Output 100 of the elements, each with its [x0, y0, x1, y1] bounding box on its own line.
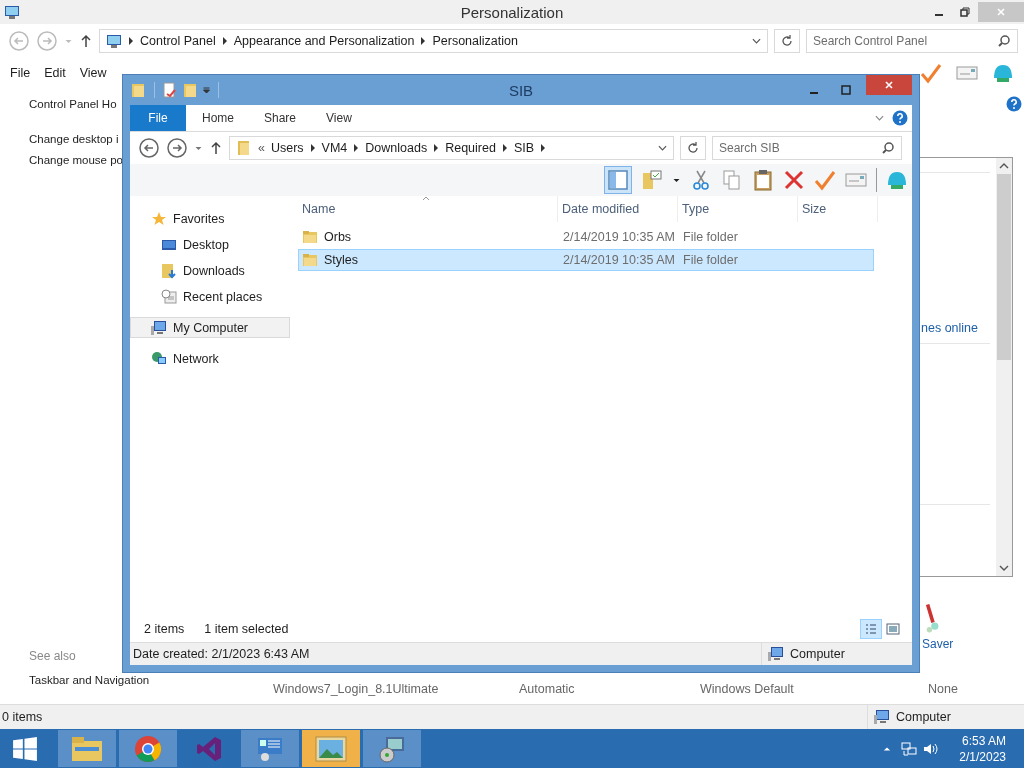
breadcrumb-item[interactable]: Required	[445, 141, 496, 155]
properties-icon[interactable]	[162, 82, 178, 98]
overflow-chevron[interactable]: «	[258, 141, 265, 155]
chevron-icon	[309, 144, 316, 152]
selection-count: 1 item selected	[204, 622, 289, 636]
menu-item[interactable]: View	[79, 66, 107, 80]
window-title: SIB	[508, 81, 534, 99]
shell-icon[interactable]	[992, 62, 1014, 84]
dropdown-icon[interactable]	[672, 176, 681, 184]
refresh-button[interactable]	[680, 136, 706, 160]
close-button[interactable]	[866, 75, 912, 95]
restore-icon[interactable]	[960, 7, 970, 17]
network-icon[interactable]	[901, 740, 918, 757]
control-panel-icon	[106, 33, 122, 49]
nav-item[interactable]: Favorites	[130, 208, 290, 229]
setting-value: Automatic	[519, 682, 575, 696]
setting-value: None	[928, 682, 958, 696]
file-menu-tab[interactable]: File	[130, 105, 186, 131]
clock-time: 6:53 AM	[961, 732, 1006, 749]
breadcrumb-item[interactable]: VM4	[321, 141, 348, 155]
clipboard-icon[interactable]	[752, 169, 774, 191]
refresh-button[interactable]	[774, 29, 800, 53]
ribbon-tab[interactable]: View	[312, 111, 366, 125]
file-name: Orbs	[324, 230, 352, 244]
start-icon[interactable]	[12, 735, 38, 762]
preview-pane-button[interactable]	[604, 166, 632, 194]
checkmark-icon[interactable]	[920, 62, 942, 84]
screen-saver-link[interactable]: Saver	[922, 637, 954, 651]
file-type: File folder	[682, 230, 739, 244]
expand-ribbon-icon[interactable]	[875, 114, 884, 122]
search-field[interactable]: Search SIB	[712, 136, 902, 160]
address-bar[interactable]: « Users VM4 Downloads Required SIB	[229, 136, 674, 160]
see-also-link[interactable]: Taskbar and Navigation	[29, 674, 150, 686]
delete-icon[interactable]	[783, 169, 805, 191]
nav-item[interactable]: My Computer	[130, 317, 290, 338]
file-row[interactable]: Styles 2/14/2019 10:35 AM File folder	[298, 249, 874, 271]
taskbar-app-button[interactable]	[241, 730, 299, 767]
folder-options-icon[interactable]	[641, 169, 663, 191]
location-label: Computer	[790, 647, 845, 661]
side-link[interactable]: Control Panel Ho	[29, 98, 117, 110]
breadcrumb-item[interactable]: SIB	[513, 141, 535, 155]
ribbon-tab[interactable]: Share	[250, 111, 311, 125]
ribbon-tab[interactable]: Home	[188, 111, 248, 125]
computer-icon	[768, 646, 784, 662]
chevron-icon	[128, 37, 134, 45]
side-link[interactable]: Change mouse po	[29, 154, 123, 166]
taskbar-app-button[interactable]	[363, 730, 421, 767]
breadcrumb-item[interactable]: Users	[270, 141, 304, 155]
up-arrow-icon[interactable]	[209, 141, 223, 155]
search-icon[interactable]	[881, 141, 895, 155]
help-icon[interactable]	[892, 110, 908, 126]
back-icon[interactable]	[138, 137, 160, 159]
file-name: Styles	[324, 253, 359, 267]
scissors-icon[interactable]	[690, 169, 712, 191]
details-view-icon	[864, 622, 878, 636]
chevron-icon	[420, 37, 427, 45]
help-icon[interactable]	[1006, 96, 1022, 112]
close-icon	[996, 7, 1006, 17]
taskbar-app-button[interactable]	[302, 730, 360, 767]
recent-places-icon	[161, 288, 177, 305]
column-header[interactable]: Size	[798, 196, 878, 222]
menu-item[interactable]: Edit	[44, 66, 66, 80]
address-bar[interactable]: Control Panel Appearance and Personalization Personalization	[99, 29, 768, 53]
menu-item[interactable]: File	[10, 66, 31, 80]
search-icon[interactable]	[997, 34, 1011, 48]
search-field[interactable]: Search Control Panel	[806, 29, 1018, 53]
side-link[interactable]: Change desktop i	[29, 133, 119, 145]
nav-label: Desktop	[183, 237, 229, 252]
large-icons-view-icon[interactable]	[886, 622, 900, 636]
breadcrumb-item[interactable]: Downloads	[365, 141, 428, 155]
taskbar-app-button[interactable]	[119, 730, 177, 767]
scroll-up-icon[interactable]	[999, 162, 1009, 170]
breadcrumb-item[interactable]: Appearance and Personalization	[233, 34, 415, 48]
forward-icon[interactable]	[166, 137, 188, 159]
details-view-button[interactable]	[860, 619, 882, 639]
setting-value: Windows Default	[700, 682, 794, 696]
maximize-icon[interactable]	[841, 85, 851, 95]
breadcrumb-item[interactable]: Personalization	[432, 34, 518, 48]
folder-icon	[236, 140, 252, 156]
checkmark-icon[interactable]	[814, 169, 836, 191]
scrollbar[interactable]	[996, 158, 1012, 576]
shell-icon[interactable]	[886, 169, 908, 191]
scroll-down-icon[interactable]	[999, 564, 1009, 572]
nav-item[interactable]: Recent places	[130, 286, 290, 307]
file-row[interactable]: Orbs 2/14/2019 10:35 AM File folder	[298, 226, 874, 248]
themes-online-link[interactable]: nes online	[921, 321, 996, 335]
picture-icon	[315, 734, 347, 763]
nav-item[interactable]: Downloads	[130, 260, 290, 281]
preview-pane-icon	[607, 169, 629, 191]
nav-item[interactable]: Desktop	[130, 234, 290, 255]
nav-item[interactable]: Network	[130, 348, 290, 369]
up-arrow-icon[interactable]	[79, 34, 93, 48]
breadcrumb-item[interactable]: Control Panel	[140, 34, 216, 48]
clock-date: 2/1/2023	[959, 748, 1006, 765]
refresh-icon	[780, 34, 794, 48]
column-header[interactable]: Name	[298, 196, 558, 222]
folder-icon	[302, 252, 318, 268]
column-header[interactable]: Date modified	[558, 196, 678, 222]
clock[interactable]: 6:53 AM 2/1/2023	[945, 732, 1024, 765]
column-header[interactable]: Type	[678, 196, 798, 222]
